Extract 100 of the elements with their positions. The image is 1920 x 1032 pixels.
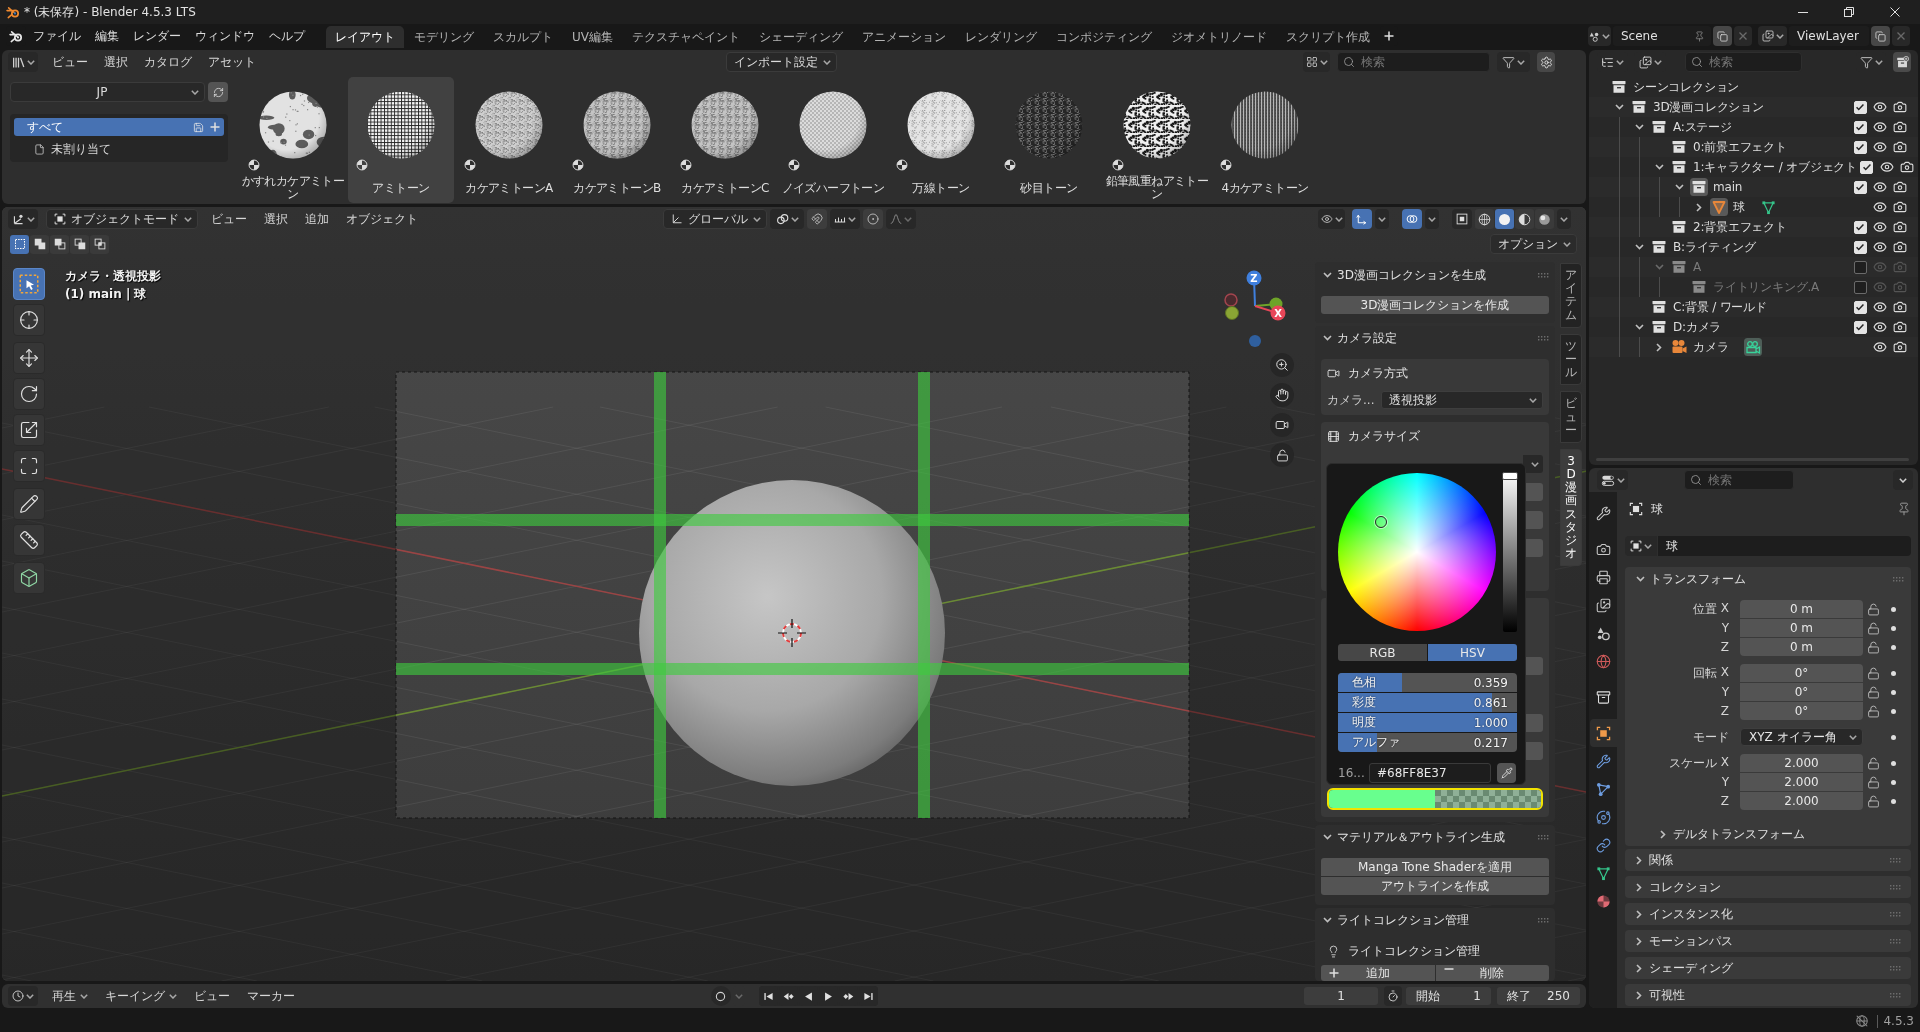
shading-options-button[interactable]: [1557, 209, 1571, 229]
options-dropdown[interactable]: オプション: [1490, 234, 1577, 254]
menu-dropdown[interactable]: キーイング: [98, 986, 184, 1006]
asset-tile[interactable]: かすれカケアミトーン: [240, 77, 346, 203]
workspace-tab[interactable]: シェーディング: [750, 26, 852, 48]
value-slider[interactable]: [1503, 472, 1517, 632]
display-mode-button[interactable]: [1303, 52, 1330, 72]
menu-item[interactable]: ビュー: [204, 209, 254, 229]
unlock-icon[interactable]: [1866, 602, 1880, 616]
menu-item[interactable]: ファイル: [26, 26, 88, 46]
unlock-icon[interactable]: [1866, 704, 1880, 718]
menu-item[interactable]: オブジェクト: [339, 209, 425, 229]
keyframe-dot-icon[interactable]: [1890, 670, 1896, 676]
number-field[interactable]: 2.000: [1740, 754, 1863, 772]
number-field[interactable]: 2.000: [1740, 792, 1863, 810]
editor-type-button[interactable]: [8, 52, 38, 72]
eye-icon[interactable]: [1873, 120, 1887, 134]
search-field[interactable]: 検索: [1337, 52, 1490, 72]
asset-tile[interactable]: カケアミトーンB: [564, 77, 670, 203]
proportional-editing-button[interactable]: [863, 209, 883, 229]
object-browse-button[interactable]: [1625, 536, 1657, 556]
number-field[interactable]: 2.000: [1740, 773, 1863, 791]
gizmo-toggle-button[interactable]: [1352, 209, 1372, 229]
new-scene-button[interactable]: [1713, 26, 1732, 46]
xray-toggle-button[interactable]: [1452, 209, 1472, 229]
color-slider[interactable]: 色相 0.359: [1338, 673, 1517, 692]
eye-icon[interactable]: [1873, 100, 1887, 114]
asset-tile[interactable]: 万線トーン: [888, 77, 994, 203]
library-dropdown[interactable]: JP: [10, 82, 205, 102]
settings-button[interactable]: [1537, 52, 1555, 72]
end-frame-field[interactable]: 終了 250: [1497, 987, 1580, 1005]
collapsed-panel[interactable]: 関係: [1625, 849, 1911, 871]
shading-mode-button[interactable]: [1495, 209, 1514, 229]
rotation-mode-dropdown[interactable]: XYZ オイラー角: [1740, 728, 1863, 746]
editor-type-button[interactable]: [1597, 470, 1628, 490]
menu-item[interactable]: ビュー: [45, 52, 95, 72]
menu-item[interactable]: 編集: [88, 26, 126, 46]
search-field[interactable]: 検索: [1685, 52, 1802, 72]
color-slider[interactable]: 彩度 0.861: [1338, 693, 1517, 712]
asset-tile[interactable]: アミトーン: [348, 77, 454, 203]
eye-icon[interactable]: [1873, 180, 1887, 194]
menu-item[interactable]: ヘルプ: [262, 26, 312, 46]
shading-mode-button[interactable]: [1535, 209, 1554, 229]
keyframe-dot-icon[interactable]: [1890, 689, 1896, 695]
sphere[interactable]: [639, 480, 945, 786]
eye-icon[interactable]: [1873, 200, 1887, 214]
mode-dropdown[interactable]: オブジェクトモード: [46, 209, 198, 229]
chevron-icon[interactable]: [1636, 576, 1645, 582]
unlock-icon[interactable]: [1866, 621, 1880, 635]
workspace-tab[interactable]: ジオメトリノード: [1162, 26, 1276, 48]
number-field[interactable]: 0°: [1740, 683, 1863, 701]
view-layer-name-field[interactable]: ViewLayer: [1789, 26, 1869, 46]
number-field[interactable]: 0 m: [1740, 638, 1863, 656]
workspace-tab[interactable]: アニメーション: [853, 26, 955, 48]
menu-item[interactable]: レンダー: [126, 26, 188, 46]
eye-icon[interactable]: [1873, 240, 1887, 254]
editor-type-button[interactable]: [8, 209, 38, 229]
catalog-item[interactable]: 未割り当て: [14, 140, 224, 158]
tool-button[interactable]: [13, 342, 45, 374]
snap-target-button[interactable]: [830, 209, 860, 229]
workspace-tab[interactable]: レイアウト: [326, 26, 404, 48]
color-slider[interactable]: 明度 1.000: [1338, 713, 1517, 732]
dropdown-field[interactable]: [1523, 455, 1543, 473]
catalog-item[interactable]: すべて: [14, 118, 224, 136]
overlay-options-button[interactable]: [1425, 209, 1439, 229]
shading-mode-button[interactable]: [1515, 209, 1534, 229]
keyframe-dot-icon[interactable]: [1890, 779, 1896, 785]
tool-button[interactable]: [13, 414, 45, 446]
number-field[interactable]: 0 m: [1740, 600, 1863, 618]
refresh-button[interactable]: [208, 82, 228, 102]
keyframe-dot-icon[interactable]: [1890, 760, 1896, 766]
pin-icon[interactable]: [1897, 502, 1911, 516]
number-field[interactable]: 0°: [1740, 664, 1863, 682]
overlay-toggle-button[interactable]: [1402, 209, 1422, 229]
hex-field[interactable]: #68FF8E37: [1369, 763, 1491, 783]
falloff-button[interactable]: [886, 209, 916, 229]
collapsed-panel[interactable]: シェーディング: [1625, 957, 1911, 979]
eye-icon[interactable]: [1873, 320, 1887, 334]
asset-tile[interactable]: カケアミトーンA: [456, 77, 562, 203]
snap-toggle-button[interactable]: [807, 209, 827, 229]
menu-dropdown[interactable]: 再生: [45, 986, 95, 1006]
value-handle[interactable]: [1502, 472, 1518, 480]
collapsed-panel[interactable]: インスタンス化: [1625, 903, 1911, 925]
keyframe-dot-icon[interactable]: [1890, 644, 1896, 650]
tool-button[interactable]: [13, 304, 45, 336]
start-frame-field[interactable]: 開始 1: [1406, 987, 1491, 1005]
menu-item[interactable]: ビュー: [187, 986, 237, 1006]
transform-orientation-dropdown[interactable]: グローバル: [663, 209, 767, 229]
unlock-icon[interactable]: [1866, 775, 1880, 789]
selectability-button[interactable]: [1318, 209, 1345, 229]
view-layer-browse-button[interactable]: [1758, 26, 1787, 46]
tool-button[interactable]: [13, 562, 45, 594]
keyframe-dot-icon[interactable]: [1890, 798, 1896, 804]
tool-button[interactable]: [13, 450, 45, 482]
options-button[interactable]: [1893, 470, 1913, 490]
keyframe-dot-icon[interactable]: [1890, 625, 1896, 631]
remove-button[interactable]: 削除: [1435, 965, 1549, 981]
menu-item[interactable]: アセット: [201, 52, 263, 72]
chevron-icon[interactable]: [1323, 272, 1332, 278]
create-collection-button[interactable]: 3D漫画コレクションを作成: [1321, 296, 1549, 314]
